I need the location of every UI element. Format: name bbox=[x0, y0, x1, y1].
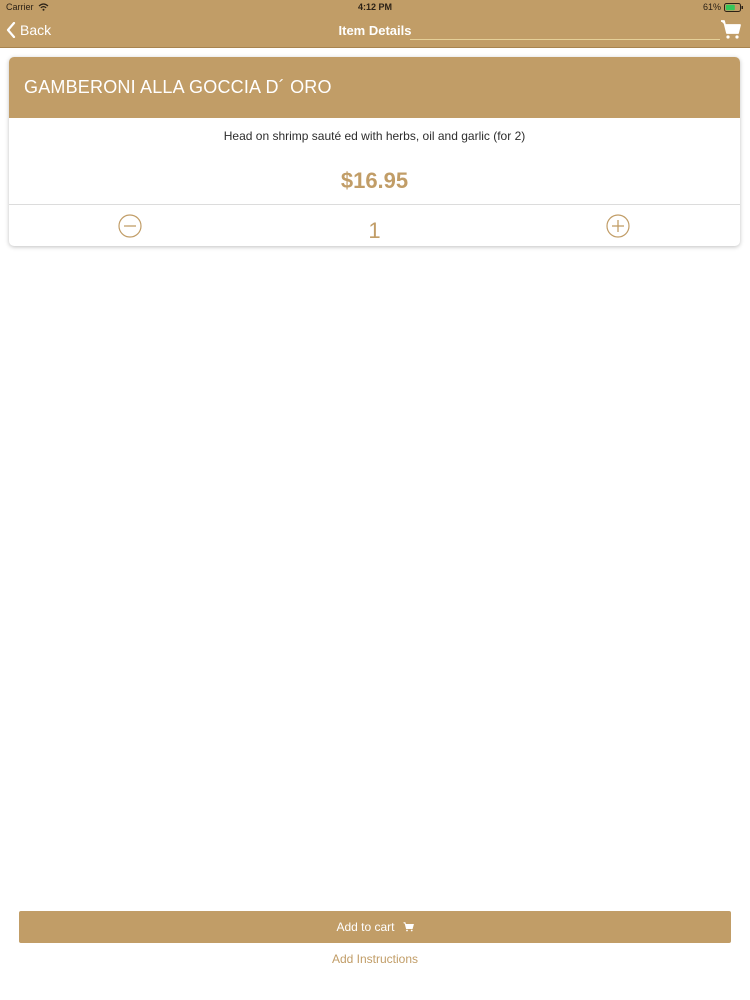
nav-area: Back Item Details bbox=[0, 15, 750, 47]
page-title: Item Details bbox=[338, 23, 412, 38]
add-to-cart-label: Add to cart bbox=[336, 920, 395, 934]
item-header: GAMBERONI ALLA GOCCIA D´ ORO bbox=[9, 57, 740, 118]
navigation-bar: Carrier 4:12 PM 61% Back Item Details bbox=[0, 0, 750, 48]
battery-percentage: 61% bbox=[702, 2, 721, 12]
add-to-cart-button[interactable]: Add to cart bbox=[19, 911, 731, 943]
divider bbox=[9, 204, 740, 205]
nav-divider bbox=[410, 39, 720, 40]
item-price: $16.95 bbox=[340, 168, 409, 193]
status-time: 4:12 PM bbox=[357, 2, 392, 12]
quantity-value: 1 bbox=[368, 218, 381, 243]
shopping-cart-icon[interactable] bbox=[720, 20, 742, 40]
battery-icon bbox=[724, 2, 743, 12]
item-card: GAMBERONI ALLA GOCCIA D´ ORO Head on shr… bbox=[9, 57, 740, 246]
status-bar: Carrier 4:12 PM 61% bbox=[0, 0, 750, 15]
add-instructions-link[interactable]: Add Instructions bbox=[0, 952, 750, 966]
item-name: GAMBERONI ALLA GOCCIA D´ ORO bbox=[24, 77, 332, 97]
item-description: Head on shrimp sauté ed with herbs, oil … bbox=[223, 129, 526, 143]
battery-status: 61% bbox=[703, 2, 744, 12]
shopping-cart-icon bbox=[403, 922, 414, 932]
plus-circle-icon[interactable] bbox=[606, 214, 630, 238]
